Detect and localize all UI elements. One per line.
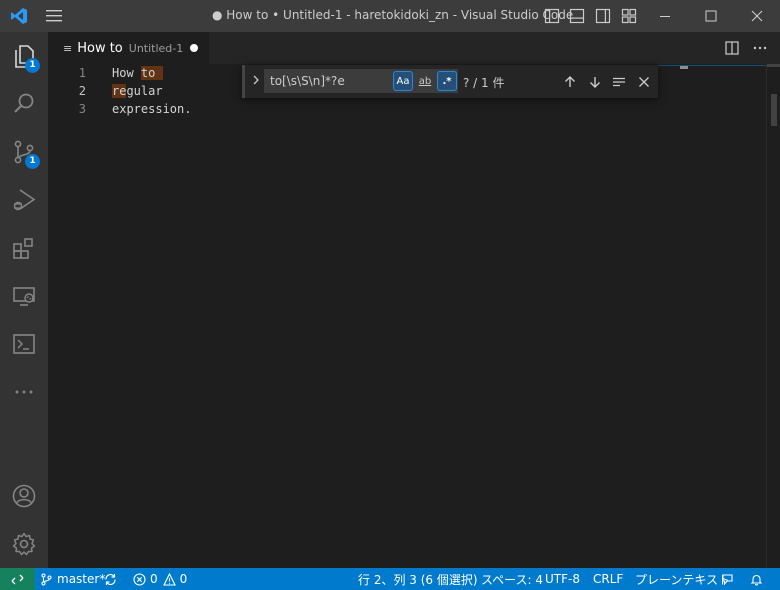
sync-icon <box>105 573 116 585</box>
minimize-icon[interactable] <box>657 8 673 24</box>
git-branch-icon <box>41 572 52 586</box>
account-icon <box>12 484 36 508</box>
whole-word-button[interactable]: ab <box>415 71 435 91</box>
tab-description: Untitled-1 <box>128 41 184 55</box>
end-of-line[interactable]: CRLF <box>593 571 623 587</box>
warning-count: 0 <box>179 572 188 586</box>
find-in-selection-button[interactable] <box>609 72 629 92</box>
branch-name: master* <box>57 572 106 586</box>
vertical-scrollbar[interactable] <box>766 64 780 568</box>
gear-icon <box>12 532 36 556</box>
menu-icon[interactable] <box>45 9 63 23</box>
more-actions-icon[interactable] <box>752 40 768 56</box>
status-bar: master* 0 0 行 2、列 3 (6 個選択) スペース: 4 UTF-… <box>0 568 780 590</box>
activity-source-control[interactable]: 1 <box>0 128 48 176</box>
editor-area[interactable]: 1 2 3 How to regular expression. <box>48 64 780 568</box>
vscode-window: ● How to • Untitled-1 - haretokidoki_zn … <box>0 0 780 590</box>
activity-bar: 1 1 <box>0 32 48 568</box>
activity-settings[interactable] <box>0 520 48 568</box>
encoding[interactable]: UTF-8 <box>545 571 580 587</box>
title-bar: ● How to • Untitled-1 - haretokidoki_zn … <box>0 0 780 32</box>
editor-tab-bar: ≡ How to Untitled-1 <box>48 32 780 64</box>
activity-extensions[interactable] <box>0 224 48 272</box>
ellipsis-icon <box>15 390 33 394</box>
tab-label: How to <box>77 40 123 56</box>
explorer-badge: 1 <box>25 58 40 73</box>
code-line[interactable]: regular <box>112 84 163 98</box>
activity-run-debug[interactable] <box>0 176 48 224</box>
code-text: How <box>112 66 141 80</box>
line-number: 3 <box>78 102 86 116</box>
close-window-icon[interactable] <box>749 8 765 24</box>
indentation[interactable]: スペース: 4 <box>481 571 543 587</box>
notifications-button[interactable] <box>750 571 767 587</box>
find-match-highlight: re <box>112 84 127 98</box>
remote-indicator[interactable] <box>0 568 35 590</box>
branch-status[interactable]: master* <box>40 571 105 587</box>
unsaved-dot-icon[interactable] <box>190 44 198 52</box>
match-case-button[interactable]: Aa <box>393 71 413 91</box>
toggle-primary-sidebar-icon[interactable] <box>544 8 560 24</box>
activity-explorer[interactable]: 1 <box>0 32 48 80</box>
code-text: expression. <box>112 102 192 116</box>
minimap-marker <box>680 66 688 69</box>
activity-more[interactable] <box>0 368 48 416</box>
customize-layout-icon[interactable] <box>621 8 637 24</box>
close-icon <box>639 77 649 87</box>
arrow-down-icon <box>590 77 600 88</box>
code-line[interactable]: expression. <box>112 102 191 116</box>
search-icon <box>14 93 34 113</box>
find-input[interactable]: to[\s\S\n]*?e Aa ab .* <box>264 69 458 93</box>
regex-button[interactable]: .* <box>437 71 457 91</box>
language-mode[interactable]: プレーンテキスト <box>635 571 730 587</box>
feedback-icon <box>722 573 733 586</box>
toggle-secondary-sidebar-icon[interactable] <box>595 8 611 24</box>
remote-icon <box>11 574 24 584</box>
terminal-icon <box>13 334 35 354</box>
close-find-button[interactable] <box>634 72 654 92</box>
extensions-icon <box>13 238 33 259</box>
toggle-replace-icon[interactable] <box>251 74 263 88</box>
activity-remote-explorer[interactable] <box>0 272 48 320</box>
split-editor-icon[interactable] <box>724 40 740 56</box>
code-text: gular <box>126 84 163 98</box>
find-in-selection-icon <box>613 77 625 87</box>
toggle-panel-icon[interactable] <box>569 8 585 24</box>
find-widget: to[\s\S\n]*?e Aa ab .* ? / 1 件 <box>242 65 658 98</box>
text-file-icon: ≡ <box>63 41 73 55</box>
find-match-highlight: to <box>140 66 163 80</box>
window-title: ● How to • Untitled-1 - haretokidoki_zn … <box>212 8 574 22</box>
activity-terminal[interactable] <box>0 320 48 368</box>
tab-untitled-1[interactable]: ≡ How to Untitled-1 <box>48 32 209 64</box>
find-widget-ruler <box>658 65 766 66</box>
find-query: to[\s\S\n]*?e <box>270 74 345 88</box>
maximize-icon[interactable] <box>703 8 719 24</box>
error-count: 0 <box>150 572 158 586</box>
activity-search[interactable] <box>0 80 48 128</box>
code-line[interactable]: How to <box>112 66 163 80</box>
remote-explorer-icon <box>13 287 35 306</box>
warning-icon <box>162 572 176 586</box>
previous-match-button[interactable] <box>560 72 580 92</box>
activity-accounts[interactable] <box>0 472 48 520</box>
feedback-button[interactable] <box>721 571 738 587</box>
line-number: 1 <box>78 66 86 80</box>
vscode-logo-icon <box>11 8 27 24</box>
arrow-up-icon <box>565 76 575 87</box>
match-count: ? / 1 件 <box>463 76 505 90</box>
overview-ruler-cursor <box>767 64 780 67</box>
bell-icon <box>750 574 763 586</box>
line-number: 2 <box>78 84 86 98</box>
source-control-badge: 1 <box>25 154 40 169</box>
error-icon <box>133 572 146 586</box>
problems-status[interactable]: 0 0 <box>133 571 187 587</box>
debug-icon <box>13 189 36 211</box>
cursor-position[interactable]: 行 2、列 3 (6 個選択) <box>358 571 478 587</box>
scrollbar-thumb[interactable] <box>771 94 777 126</box>
next-match-button[interactable] <box>585 72 605 92</box>
sync-button[interactable] <box>104 571 121 587</box>
